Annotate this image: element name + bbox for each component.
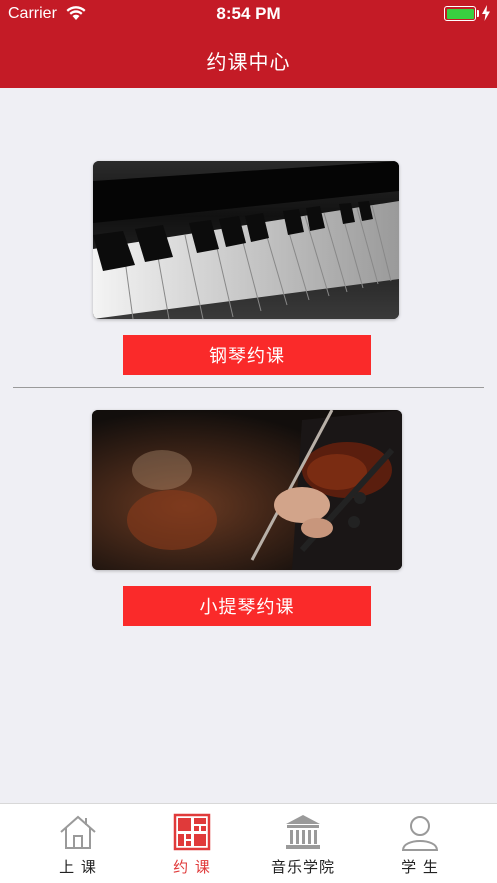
piano-keys-photo: [93, 161, 399, 319]
violin-course-image[interactable]: [92, 410, 402, 570]
piano-course-image[interactable]: [93, 161, 399, 319]
academy-building-icon: [286, 815, 320, 849]
tab-class[interactable]: 上 课: [23, 804, 133, 883]
tab-music-academy[interactable]: 音乐学院: [248, 804, 358, 883]
tab-booking[interactable]: 约 课: [137, 804, 247, 883]
home-icon: [60, 815, 96, 849]
tab-music-academy-label: 音乐学院: [270, 858, 335, 876]
piano-booking-button[interactable]: 钢琴约课: [123, 335, 371, 375]
charging-bolt-icon: [482, 5, 490, 21]
battery-level: [446, 8, 474, 19]
battery-tip: [477, 10, 479, 17]
page-title: 约课中心: [206, 50, 291, 74]
tab-student[interactable]: 学 生: [365, 804, 475, 883]
grid-calendar-icon: [173, 813, 211, 851]
violin-booking-button[interactable]: 小提琴约课: [123, 586, 371, 626]
navigation-header: Carrier 8:54 PM 约课中心: [0, 0, 497, 88]
clock-time: 8:54 PM: [216, 4, 281, 23]
section-divider: [13, 387, 484, 388]
person-icon: [401, 816, 439, 851]
status-bar: Carrier 8:54 PM: [0, 0, 497, 28]
tab-booking-label: 约 课: [173, 858, 211, 876]
tab-student-label: 学 生: [401, 858, 439, 876]
tab-class-label: 上 课: [59, 858, 97, 876]
bottom-tab-bar: 上 课 约 课 音乐学院 学 生: [0, 803, 497, 883]
battery-icon: [444, 6, 476, 21]
violin-player-photo: [92, 410, 402, 570]
